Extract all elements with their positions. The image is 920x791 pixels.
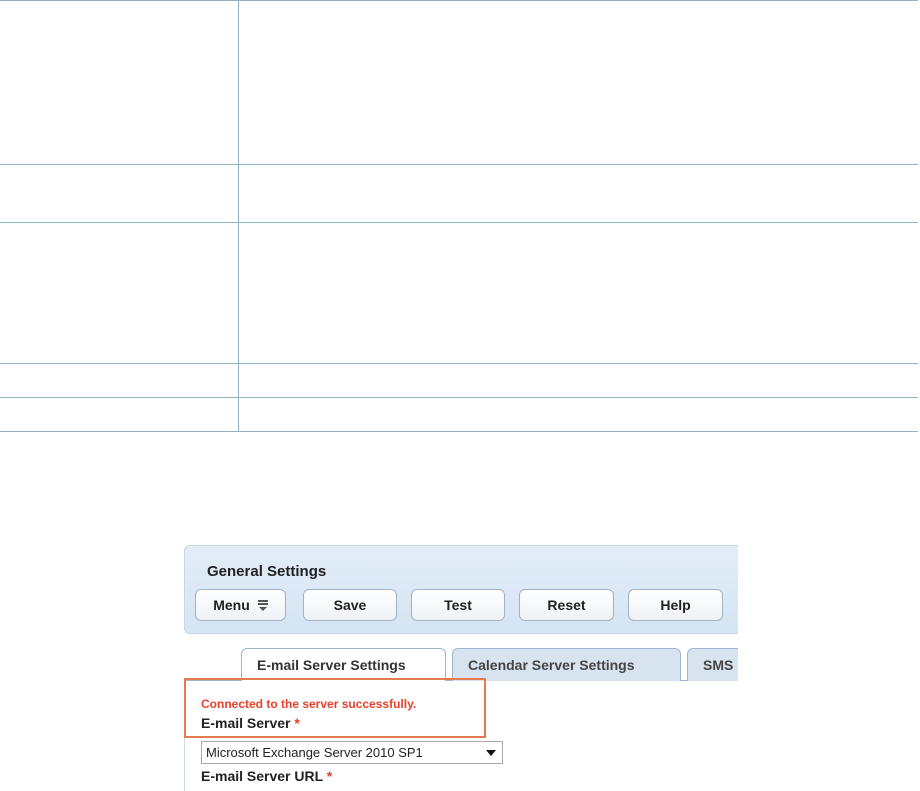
menu-dropdown-icon (257, 600, 268, 611)
tab-label: SMS (703, 657, 734, 673)
table-rule (0, 222, 918, 223)
tab-label: E-mail Server Settings (257, 657, 406, 673)
email-server-url-label-text: E-mail Server URL (201, 768, 323, 784)
table-column-divider (238, 0, 239, 432)
test-button-label: Test (444, 597, 472, 613)
chevron-down-icon (486, 750, 496, 756)
tab-label: Calendar Server Settings (468, 657, 635, 673)
figure-left-rule (184, 738, 185, 791)
settings-screenshot: General Settings Menu Save Test Reset He… (184, 545, 738, 791)
menu-button[interactable]: Menu (195, 589, 286, 621)
panel-title: General Settings (207, 563, 327, 580)
general-settings-panel: General Settings Menu Save Test Reset He… (184, 545, 738, 634)
required-marker: * (326, 768, 333, 784)
email-server-url-label: E-mail Server URL * (201, 768, 332, 784)
table-rule (0, 0, 918, 1)
save-button[interactable]: Save (303, 589, 397, 621)
tab-sms[interactable]: SMS (687, 648, 738, 681)
email-server-select-value: Microsoft Exchange Server 2010 SP1 (206, 745, 423, 760)
table-rule (0, 397, 918, 398)
menu-button-label: Menu (213, 597, 250, 613)
table-rule (0, 164, 918, 165)
status-message: Connected to the server successfully. (201, 697, 417, 711)
required-marker: * (294, 715, 300, 731)
reset-button[interactable]: Reset (519, 589, 614, 621)
table-rule (0, 431, 918, 432)
reset-button-label: Reset (547, 597, 586, 613)
test-button[interactable]: Test (411, 589, 505, 621)
email-server-select[interactable]: Microsoft Exchange Server 2010 SP1 (201, 741, 503, 764)
help-button[interactable]: Help (628, 589, 723, 621)
email-server-label-text: E-mail Server (201, 715, 291, 731)
email-server-label: E-mail Server * (201, 715, 300, 731)
tab-email-server-settings[interactable]: E-mail Server Settings (241, 648, 446, 681)
save-button-label: Save (333, 597, 367, 613)
help-button-label: Help (660, 597, 691, 613)
table-rule (0, 363, 918, 364)
tab-calendar-server-settings[interactable]: Calendar Server Settings (452, 648, 681, 681)
